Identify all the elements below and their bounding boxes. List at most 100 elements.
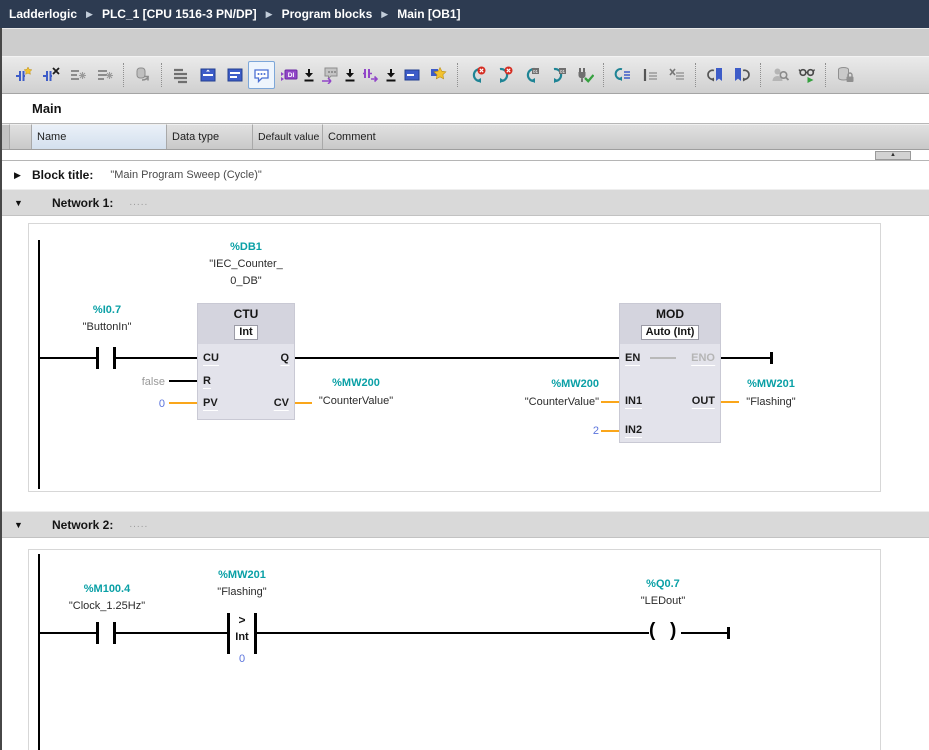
insert-contact-block-dropdown[interactable] [384,61,398,89]
network-comments-icon [253,66,271,84]
expand-triangle-icon[interactable]: ▼ [14,198,26,208]
pin-cu[interactable]: CU [203,351,219,366]
breadcrumb-main-ob1[interactable]: Main [OB1] [397,7,460,21]
previous-bookmark-button[interactable] [701,61,728,89]
comparator-operand-label[interactable]: %MW201 "Flashing" [217,567,266,601]
in1-operand-label[interactable]: %MW200 "CounterValue" [525,375,599,411]
monitoring-toggle-button[interactable] [793,61,820,89]
no-contact-buttonin[interactable] [96,347,116,369]
column-header-comment[interactable]: Comment [323,124,929,149]
operand-address[interactable]: %MW200 [319,374,393,392]
interface-scroll-strip[interactable]: ▲ [2,149,929,161]
ctu-type-selector[interactable]: Int [234,325,257,340]
network1-header[interactable]: ▼ Network 1: ..... [2,189,929,216]
expand-networks-button[interactable] [194,61,221,89]
operand-name[interactable]: "CounterValue" [525,393,599,411]
data-lock-button[interactable] [831,61,858,89]
operand-name[interactable]: "CounterValue" [319,392,393,410]
insert-comment-block-dropdown[interactable] [343,61,357,89]
favorites-button[interactable] [425,61,452,89]
network2-comment[interactable]: ..... [129,519,148,530]
upload-snapshot-button[interactable]: 01 [544,61,571,89]
breadcrumb-project[interactable]: Ladderlogic [9,7,77,21]
new-network-button[interactable] [10,61,37,89]
operand-name[interactable]: "Flashing" [217,584,266,601]
comparator-operator[interactable]: > [238,613,245,628]
operand-address[interactable]: %Q0.7 [641,576,686,593]
insert-comment-block-button[interactable] [316,61,343,89]
comparator-type[interactable]: Int [235,630,248,645]
mod-type-selector[interactable]: Auto (Int) [641,325,700,340]
pin-out[interactable]: OUT [692,394,715,409]
pin-r[interactable]: R [203,374,211,389]
insert-row-button[interactable] [64,61,91,89]
pin-pv[interactable]: PV [203,396,218,411]
pin-eno[interactable]: ENO [691,351,715,366]
operand-list-button[interactable] [167,61,194,89]
db-address[interactable]: %DB1 [209,239,283,256]
collapse-triangle-icon[interactable]: ▶ [14,170,26,181]
operand-address[interactable]: %MW201 [746,375,795,393]
clear-values-button[interactable] [663,61,690,89]
out-operand-label[interactable]: %MW201 "Flashing" [746,375,795,411]
find-in-project-button[interactable] [766,61,793,89]
network2-canvas[interactable]: %M100.4 "Clock_1.25Hz" %MW201 "Flashing"… [28,549,881,750]
operand-address[interactable]: %MW200 [525,375,599,393]
column-header-name[interactable]: Name [32,124,167,149]
empty-box-button[interactable] [398,61,425,89]
delete-network-button[interactable] [37,61,64,89]
update-block-calls-button[interactable] [129,61,156,89]
coil-operand-label[interactable]: %Q0.7 "LEDout" [641,576,686,610]
ctu-block-title: CTU [198,307,294,322]
breadcrumb-program-blocks[interactable]: Program blocks [282,7,373,21]
operand-address[interactable]: %MW201 [217,567,266,584]
operand-name[interactable]: "ButtonIn" [83,319,132,336]
contact-operand-label[interactable]: %I0.7 "ButtonIn" [83,302,132,336]
download-snapshot-button[interactable]: 01 [517,61,544,89]
ctu-instance-db-label[interactable]: %DB1 "IEC_Counter_ 0_DB" [209,239,283,290]
expand-triangle-icon[interactable]: ▼ [14,520,26,530]
network1-comment[interactable]: ..... [129,197,148,208]
network2-header[interactable]: ▼ Network 2: ..... [2,511,929,538]
in2-input-value[interactable]: 2 [593,423,599,439]
collapse-networks-button[interactable] [221,61,248,89]
pin-cv[interactable]: CV [274,396,289,411]
pv-input-value[interactable]: 0 [159,396,165,412]
upload-error-button[interactable] [490,61,517,89]
insert-di-block-button[interactable]: DI [275,61,302,89]
no-contact-clock[interactable] [96,622,116,644]
block-title-value[interactable]: "Main Program Sweep (Cycle)" [110,169,261,181]
delete-row-button[interactable] [91,61,118,89]
block-title-row[interactable]: ▶ Block title: "Main Program Sweep (Cycl… [2,161,929,189]
pin-in2[interactable]: IN2 [625,423,642,438]
scroll-up-button[interactable]: ▲ [875,151,911,160]
r-input-value[interactable]: false [142,374,165,390]
download-error-button[interactable] [463,61,490,89]
insert-contact-block-button[interactable] [357,61,384,89]
insert-di-block-dropdown[interactable] [302,61,316,89]
column-header-default-value[interactable]: Default value [253,124,323,149]
column-header-data-type[interactable]: Data type [167,124,253,149]
comparator-compare-value[interactable]: 0 [239,652,245,667]
compile-check-button[interactable] [571,61,598,89]
load-values-button[interactable] [609,61,636,89]
mod-block[interactable]: MOD Auto (Int) [619,303,721,443]
init-values-button[interactable] [636,61,663,89]
breadcrumb-plc[interactable]: PLC_1 [CPU 1516-3 PN/DP] [102,7,257,21]
contact-operand-label[interactable]: %M100.4 "Clock_1.25Hz" [69,581,145,615]
pin-q[interactable]: Q [280,351,289,366]
pin-in1[interactable]: IN1 [625,394,642,409]
next-bookmark-button[interactable] [728,61,755,89]
operand-address[interactable]: %M100.4 [69,581,145,598]
network-comments-toggle-button[interactable] [248,61,275,89]
db-name-line2[interactable]: 0_DB" [209,273,283,290]
network1-canvas[interactable]: %I0.7 "ButtonIn" %DB1 "IEC_Counter_ 0_DB… [28,223,881,492]
operand-name[interactable]: "LEDout" [641,593,686,610]
operand-name[interactable]: "Clock_1.25Hz" [69,598,145,615]
operand-address[interactable]: %I0.7 [83,302,132,319]
pin-en[interactable]: EN [625,351,640,366]
operand-name[interactable]: "Flashing" [746,393,795,411]
cv-operand-label[interactable]: %MW200 "CounterValue" [319,374,393,410]
db-name-line1[interactable]: "IEC_Counter_ [209,256,283,273]
output-coil-ledout[interactable]: ( ) [647,619,681,645]
